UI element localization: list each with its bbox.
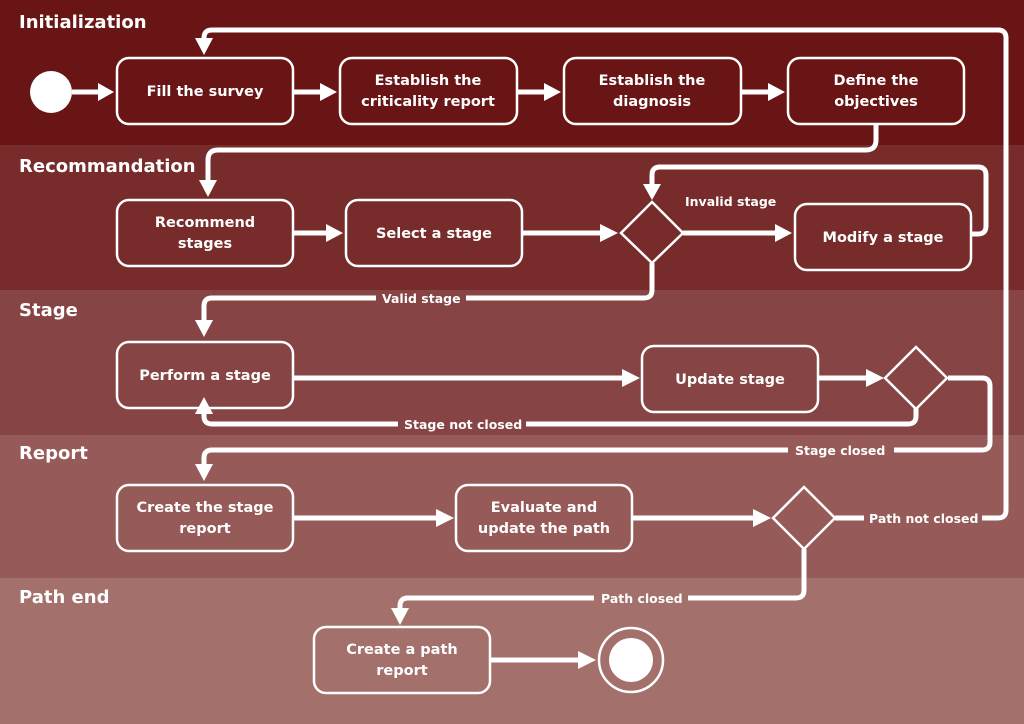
edge-label-path-not-closed: Path not closed (869, 511, 978, 526)
lane-title-path-end: Path end (19, 587, 109, 608)
action-label: update the path (478, 521, 610, 537)
action-label: Fill the survey (147, 84, 264, 100)
activity-diagram: Initialization Recommandation Stage Repo… (0, 0, 1024, 724)
lane-title-initialization: Initialization (19, 12, 147, 33)
action-label: Select a stage (376, 226, 492, 242)
action-label: Create the stage (137, 500, 274, 516)
edge-label-valid-stage: Valid stage (382, 291, 461, 306)
edge-label-invalid-stage: Invalid stage (685, 194, 776, 209)
action-label: Evaluate and (491, 500, 598, 516)
action-label: Perform a stage (139, 368, 271, 384)
lane-stage-bg (0, 290, 1024, 435)
lane-title-report: Report (19, 443, 88, 464)
action-label: Recommend (155, 215, 255, 231)
action-label: Establish the (375, 73, 482, 89)
action-label: report (376, 663, 427, 679)
action-label: objectives (834, 94, 918, 110)
initial-node (30, 71, 72, 113)
lane-title-recommandation: Recommandation (19, 156, 196, 177)
action-label: Establish the (599, 73, 706, 89)
edge-label-stage-not-closed: Stage not closed (404, 417, 522, 432)
action-label: Update stage (675, 372, 785, 388)
edge-label-path-closed: Path closed (601, 591, 683, 606)
action-label: Create a path (346, 642, 457, 658)
action-label: diagnosis (613, 94, 691, 110)
action-label: stages (178, 236, 232, 252)
action-label: Define the (834, 73, 919, 89)
action-label: Modify a stage (823, 230, 944, 246)
edge-label-stage-closed: Stage closed (795, 443, 885, 458)
action-label: criticality report (361, 94, 495, 110)
lane-title-stage: Stage (19, 300, 78, 321)
action-label: report (179, 521, 230, 537)
